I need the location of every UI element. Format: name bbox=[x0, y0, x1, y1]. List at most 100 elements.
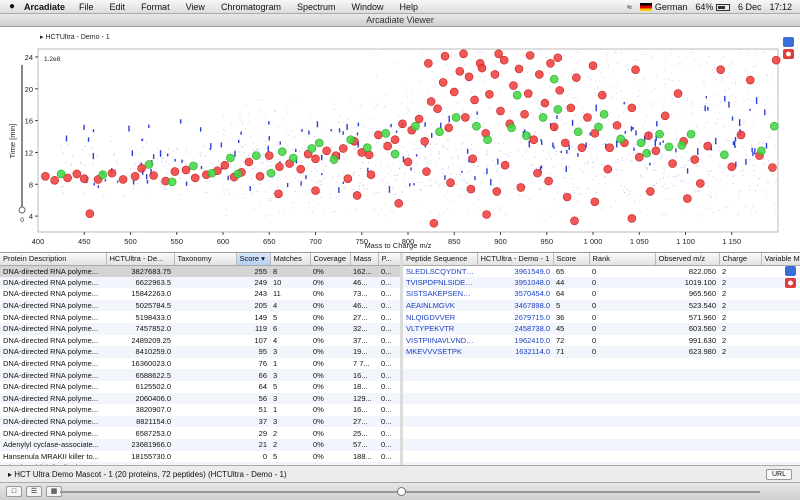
red-peptide-point[interactable] bbox=[516, 183, 526, 192]
protein-row[interactable]: DNA-directed RNA polyme... 6588622.5 66 3 0%… bbox=[0, 369, 400, 381]
green-peptide-point[interactable] bbox=[507, 123, 516, 133]
red-peptide-point[interactable] bbox=[85, 209, 95, 218]
red-peptide-point[interactable] bbox=[745, 75, 755, 85]
protein-row[interactable]: DNA-directed RNA polyme... 3820907.0 51 1 0%… bbox=[0, 404, 400, 416]
peptide-row[interactable]: TVISPDPNLSIDEVAV 3951048.0 44 0 1019.100 2 bbox=[403, 276, 800, 289]
red-peptide-point[interactable] bbox=[444, 123, 454, 133]
red-peptide-point[interactable] bbox=[398, 119, 407, 129]
red-peptide-point[interactable] bbox=[520, 109, 529, 119]
peptide-column-header[interactable]: Charge bbox=[719, 253, 762, 266]
menu-format[interactable]: Format bbox=[141, 2, 170, 12]
red-peptide-point[interactable] bbox=[311, 154, 320, 164]
green-peptide-point[interactable] bbox=[390, 149, 400, 159]
green-peptide-point[interactable] bbox=[472, 121, 481, 131]
red-peptide-point[interactable] bbox=[426, 97, 436, 106]
red-peptide-point[interactable] bbox=[492, 187, 502, 196]
red-peptide-point[interactable] bbox=[588, 61, 598, 71]
red-peptide-point[interactable] bbox=[703, 141, 713, 151]
protein-column-header[interactable]: Taxonomy bbox=[174, 253, 237, 266]
protein-row[interactable]: DNA-directed RNA polyme... 6622963.5 249 10… bbox=[0, 276, 400, 289]
lcms-scatter-plot[interactable]: 450 500 550 600 650 700 750 800 850 900 950 1 000 1 … bbox=[0, 27, 800, 253]
red-peptide-point[interactable] bbox=[275, 162, 284, 172]
green-peptide-point[interactable] bbox=[655, 129, 664, 139]
red-peptide-point[interactable] bbox=[468, 154, 478, 164]
red-peptide-point[interactable] bbox=[627, 214, 637, 223]
green-peptide-point[interactable] bbox=[483, 135, 492, 145]
red-peptide-point[interactable] bbox=[181, 165, 191, 175]
green-peptide-point[interactable] bbox=[233, 169, 243, 179]
red-peptide-point[interactable] bbox=[403, 157, 413, 167]
protein-row[interactable]: Adenylyl cyclase-associate... 23681966.0 2… bbox=[0, 438, 400, 451]
green-peptide-point[interactable] bbox=[346, 135, 355, 145]
green-peptide-point[interactable] bbox=[636, 138, 646, 148]
reset-zoom-icon[interactable] bbox=[783, 49, 794, 59]
red-peptide-point[interactable] bbox=[455, 66, 465, 76]
red-peptide-point[interactable] bbox=[651, 146, 661, 156]
green-peptide-point[interactable] bbox=[266, 168, 276, 178]
green-peptide-point[interactable] bbox=[207, 168, 217, 178]
red-peptide-point[interactable] bbox=[572, 73, 581, 82]
red-peptide-point[interactable] bbox=[500, 160, 510, 170]
protein-row[interactable]: DNA-directed RNA polyme... 16360023.0 76 1 0… bbox=[0, 358, 400, 370]
red-peptide-point[interactable] bbox=[50, 175, 59, 185]
red-peptide-point[interactable] bbox=[644, 131, 653, 141]
red-peptide-point[interactable] bbox=[446, 178, 455, 187]
red-peptide-point[interactable] bbox=[540, 98, 550, 108]
red-peptide-point[interactable] bbox=[72, 169, 82, 179]
peptide-row[interactable]: NLQIGDVVER 2679715.0 36 0 571.960 2 bbox=[403, 311, 800, 323]
red-peptide-point[interactable] bbox=[612, 121, 622, 130]
red-peptide-point[interactable] bbox=[634, 152, 644, 162]
red-peptide-point[interactable] bbox=[529, 135, 539, 145]
red-peptide-point[interactable] bbox=[631, 65, 640, 74]
peptide-row[interactable]: MKEVVVSETPK 1632114.0 71 0 623.980 2 bbox=[403, 346, 800, 358]
apple-menu-icon[interactable]: ● bbox=[0, 1, 24, 12]
green-peptide-point[interactable] bbox=[686, 129, 696, 139]
green-peptide-point[interactable] bbox=[226, 153, 235, 163]
red-peptide-point[interactable] bbox=[668, 159, 677, 168]
red-peptide-point[interactable] bbox=[597, 90, 607, 100]
red-peptide-point[interactable] bbox=[322, 146, 331, 156]
menu-window[interactable]: Window bbox=[351, 2, 383, 12]
red-peptide-point[interactable] bbox=[449, 87, 459, 97]
green-peptide-point[interactable] bbox=[362, 143, 372, 152]
red-peptide-point[interactable] bbox=[695, 179, 705, 188]
red-peptide-point[interactable] bbox=[494, 49, 503, 59]
green-peptide-point[interactable] bbox=[720, 150, 729, 160]
red-peptide-point[interactable] bbox=[438, 78, 448, 87]
red-peptide-point[interactable] bbox=[137, 164, 146, 173]
red-peptide-point[interactable] bbox=[390, 135, 400, 145]
clock-date[interactable]: 6 Dec bbox=[738, 2, 762, 12]
red-peptide-point[interactable] bbox=[107, 168, 117, 178]
red-peptide-point[interactable] bbox=[485, 90, 494, 99]
red-peptide-point[interactable] bbox=[461, 113, 470, 122]
red-peptide-point[interactable] bbox=[605, 143, 614, 152]
protein-column-header[interactable]: Score ▾ bbox=[236, 253, 271, 266]
green-peptide-point[interactable] bbox=[451, 113, 461, 122]
green-peptide-point[interactable] bbox=[307, 144, 317, 153]
red-peptide-point[interactable] bbox=[590, 197, 600, 207]
red-peptide-point[interactable] bbox=[424, 59, 433, 68]
red-peptide-point[interactable] bbox=[420, 136, 429, 146]
red-peptide-point[interactable] bbox=[562, 192, 572, 202]
red-peptide-point[interactable] bbox=[771, 55, 781, 65]
red-peptide-point[interactable] bbox=[736, 130, 746, 140]
green-peptide-point[interactable] bbox=[664, 142, 674, 152]
green-peptide-point[interactable] bbox=[553, 105, 563, 114]
green-peptide-point[interactable] bbox=[757, 146, 766, 156]
protein-column-header[interactable]: P... bbox=[378, 253, 401, 266]
green-peptide-point[interactable] bbox=[599, 109, 609, 119]
peptide-column-header[interactable]: Peptide Sequence bbox=[403, 253, 478, 266]
red-peptide-point[interactable] bbox=[433, 104, 442, 113]
green-peptide-point[interactable] bbox=[98, 170, 108, 180]
red-peptide-point[interactable] bbox=[130, 172, 140, 181]
input-language[interactable]: German bbox=[639, 2, 687, 12]
protein-row[interactable]: DNA-directed RNA polyme... 8821154.0 37 3 0%… bbox=[0, 415, 400, 428]
menu-edit[interactable]: Edit bbox=[110, 2, 126, 12]
red-peptide-point[interactable] bbox=[440, 51, 450, 61]
red-peptide-point[interactable] bbox=[414, 114, 424, 124]
green-peptide-point[interactable] bbox=[251, 151, 261, 160]
red-peptide-point[interactable] bbox=[690, 155, 700, 164]
red-peptide-point[interactable] bbox=[673, 89, 683, 98]
peptide-column-header[interactable]: Variable Modifications bbox=[761, 253, 800, 266]
menu-file[interactable]: File bbox=[79, 2, 94, 12]
